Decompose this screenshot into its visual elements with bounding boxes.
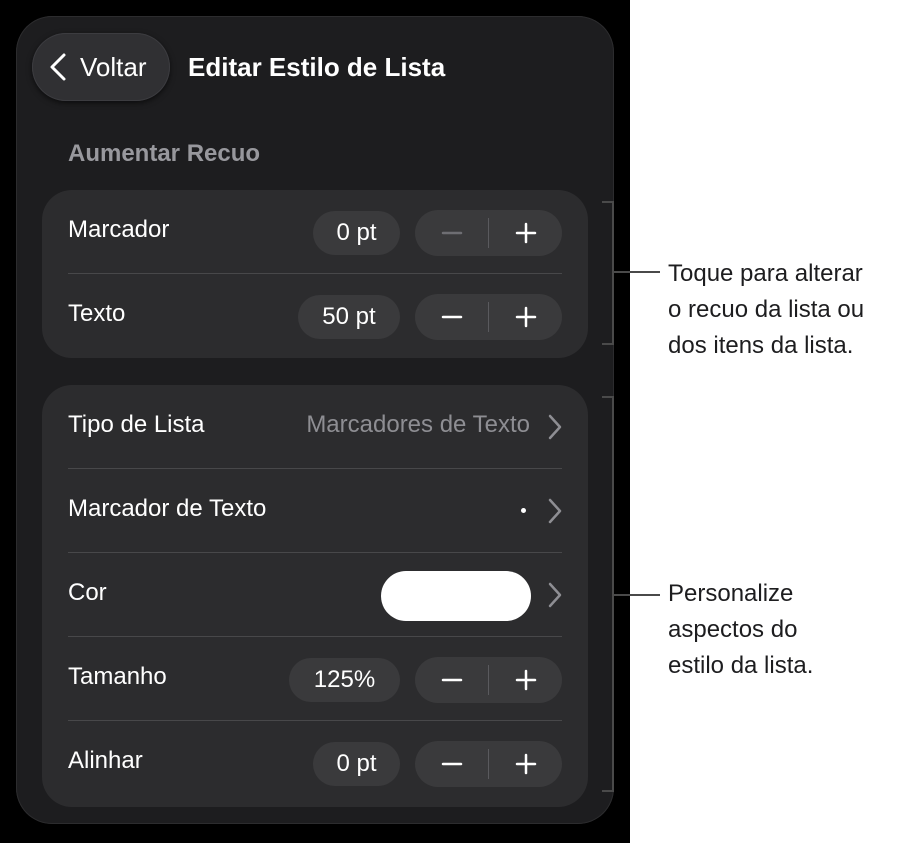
- callout-line: aspectos do: [668, 616, 798, 643]
- row-color[interactable]: Cor: [42, 553, 588, 637]
- decrement-button[interactable]: [415, 657, 488, 703]
- back-button[interactable]: Voltar: [32, 33, 170, 101]
- row-label: Marcador de Texto: [68, 495, 267, 522]
- row-align: Alinhar 0 pt: [42, 721, 588, 805]
- row-text-indent: Texto 50 pt: [42, 274, 588, 358]
- row-bullet-character[interactable]: Marcador de Texto: [42, 469, 588, 553]
- list-type-value: Marcadores de Texto: [306, 411, 530, 438]
- screen: Voltar Editar Estilo de Lista Aumentar R…: [0, 0, 630, 843]
- callout-line: Toque para alterar: [668, 260, 863, 287]
- indent-callout: Toque para alterar o recuo da lista ou d…: [668, 256, 864, 364]
- align-stepper: [415, 741, 562, 787]
- plus-icon: [515, 306, 536, 328]
- plus-icon: [515, 669, 536, 691]
- value-pill: 50 pt: [298, 295, 400, 339]
- increment-button[interactable]: [489, 210, 562, 256]
- style-group: Tipo de Lista Marcadores de Texto Marcad…: [42, 385, 588, 807]
- section-title-indent: Aumentar Recuo: [68, 140, 261, 167]
- increment-button[interactable]: [489, 657, 562, 703]
- bullet-preview: [521, 508, 526, 513]
- back-button-label: Voltar: [80, 51, 147, 82]
- callout-line: estilo da lista.: [668, 652, 814, 679]
- increment-button[interactable]: [489, 294, 562, 340]
- style-callout: Personalize aspectos do estilo da lista.: [668, 576, 813, 684]
- row-list-type[interactable]: Tipo de Lista Marcadores de Texto: [42, 385, 588, 469]
- decrement-button[interactable]: [415, 210, 488, 256]
- page-title: Editar Estilo de Lista: [188, 52, 446, 82]
- decrement-button[interactable]: [415, 294, 488, 340]
- callout-line: Personalize: [668, 580, 794, 607]
- callout-line: dos itens da lista.: [668, 332, 854, 359]
- row-label: Alinhar: [68, 747, 143, 774]
- indent-leader-line: [614, 271, 660, 273]
- style-leader-line: [614, 594, 660, 596]
- plus-icon: [515, 222, 536, 244]
- chevron-right-icon: [548, 414, 562, 440]
- row-size: Tamanho 125%: [42, 637, 588, 721]
- row-label: Tamanho: [68, 663, 167, 690]
- indent-bracket: [602, 201, 614, 345]
- text-indent-stepper: [415, 294, 562, 340]
- value-pill: 0 pt: [313, 742, 400, 786]
- minus-icon: [441, 762, 462, 766]
- row-label: Cor: [68, 579, 107, 606]
- value-pill: 0 pt: [313, 211, 400, 255]
- bullet-indent-stepper: [415, 210, 562, 256]
- chevron-right-icon: [548, 498, 562, 524]
- row-label: Tipo de Lista: [68, 411, 205, 438]
- size-stepper: [415, 657, 562, 703]
- decrement-button[interactable]: [415, 741, 488, 787]
- increment-button[interactable]: [489, 741, 562, 787]
- style-bracket: [602, 396, 614, 792]
- plus-icon: [515, 753, 536, 775]
- callout-line: o recuo da lista ou: [668, 296, 865, 323]
- color-swatch[interactable]: [381, 571, 531, 621]
- minus-icon: [441, 315, 462, 319]
- row-bullet-indent: Marcador 0 pt: [42, 190, 588, 274]
- chevron-right-icon: [548, 582, 562, 608]
- chevron-left-icon: [50, 53, 66, 81]
- row-label: Marcador: [68, 216, 170, 243]
- indent-group: Marcador 0 pt Texto 50 pt: [42, 190, 588, 358]
- minus-icon: [441, 678, 462, 682]
- row-label: Texto: [68, 300, 126, 327]
- value-pill: 125%: [289, 658, 400, 702]
- minus-icon: [441, 231, 462, 235]
